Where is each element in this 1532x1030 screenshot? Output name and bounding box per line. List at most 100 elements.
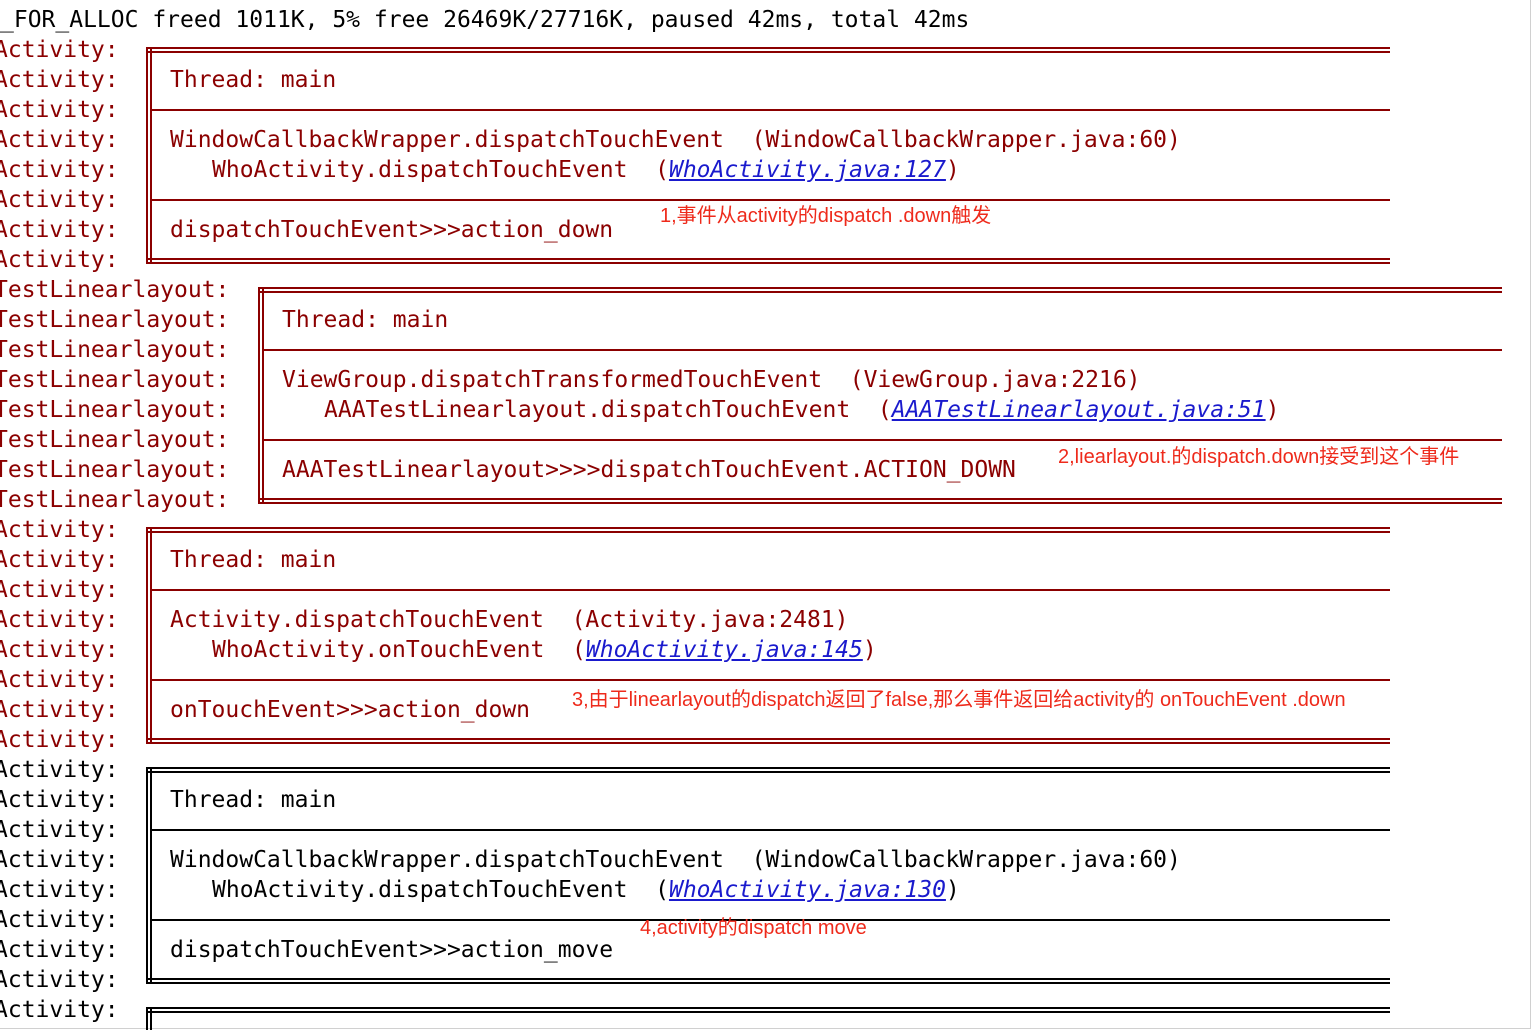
log-tag: Activity: [0,607,119,633]
log-tag: Activity: [0,127,119,153]
box-top-border [258,287,1502,293]
log-box: Thread: main Activity.dispatchTouchEvent … [146,527,1390,749]
log-tag: TestLinearlayout: [0,487,230,513]
source-link[interactable]: WhoActivity.java:130 [669,877,946,903]
frame-method: WindowCallbackWrapper.dispatchTouchEvent [170,127,752,153]
log-message: AAATestLinearlayout>>>>dispatchTouchEven… [282,457,1016,483]
log-message: dispatchTouchEvent>>>action_move [170,937,614,963]
box-top-border [146,767,1390,773]
box-separator [150,589,1390,591]
log-tag: Activity: [0,967,119,993]
log-tag: Activity: [0,247,119,273]
box-bottom-border [146,738,1390,744]
stack-frame-2: WhoActivity.onTouchEvent (WhoActivity.ja… [212,635,877,665]
frame-method: WindowCallbackWrapper.dispatchTouchEvent [170,847,752,873]
log-tag: Activity: [0,697,119,723]
annotation-note: 1,事件从activity的dispatch .down触发 [660,205,992,227]
log-tag: Activity: [0,67,119,93]
source-link[interactable]: WhoActivity.java:145 [586,637,863,663]
box-separator [150,199,1390,201]
log-box: Thread: main ViewGroup.dispatchTransforme… [258,287,1502,509]
box-top-border [146,527,1390,533]
frame-method: ViewGroup.dispatchTransformedTouchEvent [282,367,850,393]
frame-method: WhoActivity.dispatchTouchEvent ( [212,157,669,183]
annotation-note: 4,activity的dispatch move [640,917,867,939]
box-bottom-border [146,258,1390,264]
log-tag: TestLinearlayout: [0,427,230,453]
log-tag: Activity: [0,157,119,183]
log-tag: Activity: [0,727,119,753]
box-bottom-border [258,498,1502,504]
thread-label: Thread: main [282,307,449,333]
log-tag: TestLinearlayout: [0,307,230,333]
stack-frame-1: WindowCallbackWrapper.dispatchTouchEvent… [170,845,1181,875]
log-message: dispatchTouchEvent>>>action_down [170,217,614,243]
annotation-note: 3,由于linearlayout的dispatch返回了false,那么事件返回… [572,689,1346,711]
log-tag: TestLinearlayout: [0,457,230,483]
log-tag: Activity: [0,877,119,903]
log-tag: TestLinearlayout: [0,397,230,423]
log-tag: Activity: [0,997,119,1023]
log-tag: Activity: [0,907,119,933]
frame-method: Activity.dispatchTouchEvent [170,607,572,633]
log-box: Thread: main WindowCallbackWrapper.dispat… [146,47,1390,269]
log-tag: Activity: [0,187,119,213]
log-tag: Activity: [0,517,119,543]
box-separator [150,679,1390,681]
box-separator [150,829,1390,831]
stack-frame-2: WhoActivity.dispatchTouchEvent (WhoActiv… [212,155,960,185]
log-message: onTouchEvent>>>action_down [170,697,531,723]
paren: ) [1265,397,1280,423]
box-left-border [146,767,152,984]
box-left-border [146,47,152,264]
log-tag: Activity: [0,577,119,603]
log-tag: TestLinearlayout: [0,277,230,303]
box-separator [150,109,1390,111]
log-box: Thread: main WindowCallbackWrapper.dispat… [146,767,1390,989]
paren: ) [862,637,877,663]
frame-method: WhoActivity.dispatchTouchEvent ( [212,877,669,903]
log-tag: TestLinearlayout: [0,337,230,363]
log-tag: Activity: [0,787,119,813]
log-tag: Activity: [0,817,119,843]
paren: ) [945,877,960,903]
box-separator [262,349,1502,351]
log-tag: TestLinearlayout: [0,367,230,393]
frame-location: (WindowCallbackWrapper.java:60) [751,127,1181,153]
box-top-border [146,47,1390,53]
log-tag: Activity: [0,97,119,123]
frame-method: AAATestLinearlayout.dispatchTouchEvent ( [324,397,892,423]
stack-frame-1: WindowCallbackWrapper.dispatchTouchEvent… [170,125,1181,155]
frame-location: (WindowCallbackWrapper.java:60) [751,847,1181,873]
box-bottom-border [146,978,1390,984]
log-tag: Activity: [0,547,119,573]
frame-location: (Activity.java:2481) [571,607,849,633]
paren: ) [945,157,960,183]
thread-label: Thread: main [170,67,337,93]
logcat-window: _FOR_ALLOC freed 1011K, 5% free 26469K/2… [0,0,1531,1030]
log-tag: Activity: [0,637,119,663]
thread-label: Thread: main [170,787,337,813]
stack-frame-2: WhoActivity.dispatchTouchEvent (WhoActiv… [212,875,960,905]
annotation-note: 2,liearlayout.的dispatch.down接受到这个事件 [1058,446,1460,468]
stack-frame-1: ViewGroup.dispatchTransformedTouchEvent … [282,365,1141,395]
box-left-border [146,527,152,744]
gc-header-line: _FOR_ALLOC freed 1011K, 5% free 26469K/2… [0,7,970,33]
box-separator [262,439,1502,441]
log-tag: Activity: [0,757,119,783]
thread-label: Thread: main [170,547,337,573]
box-left-border [258,287,264,504]
stack-frame-1: Activity.dispatchTouchEvent (Activity.ja… [170,605,849,635]
stack-frame-2: AAATestLinearlayout.dispatchTouchEvent (… [324,395,1279,425]
frame-method: WhoActivity.onTouchEvent ( [212,637,586,663]
log-tag: Activity: [0,37,119,63]
source-link[interactable]: WhoActivity.java:127 [669,157,946,183]
source-link[interactable]: AAATestLinearlayout.java:51 [892,397,1266,423]
next-box-top-border [146,1007,1390,1013]
log-tag: Activity: [0,847,119,873]
frame-location: (ViewGroup.java:2216) [849,367,1141,393]
log-tag: Activity: [0,937,119,963]
log-tag: Activity: [0,667,119,693]
log-tag: Activity: [0,217,119,243]
next-box-left-border [146,1007,152,1030]
